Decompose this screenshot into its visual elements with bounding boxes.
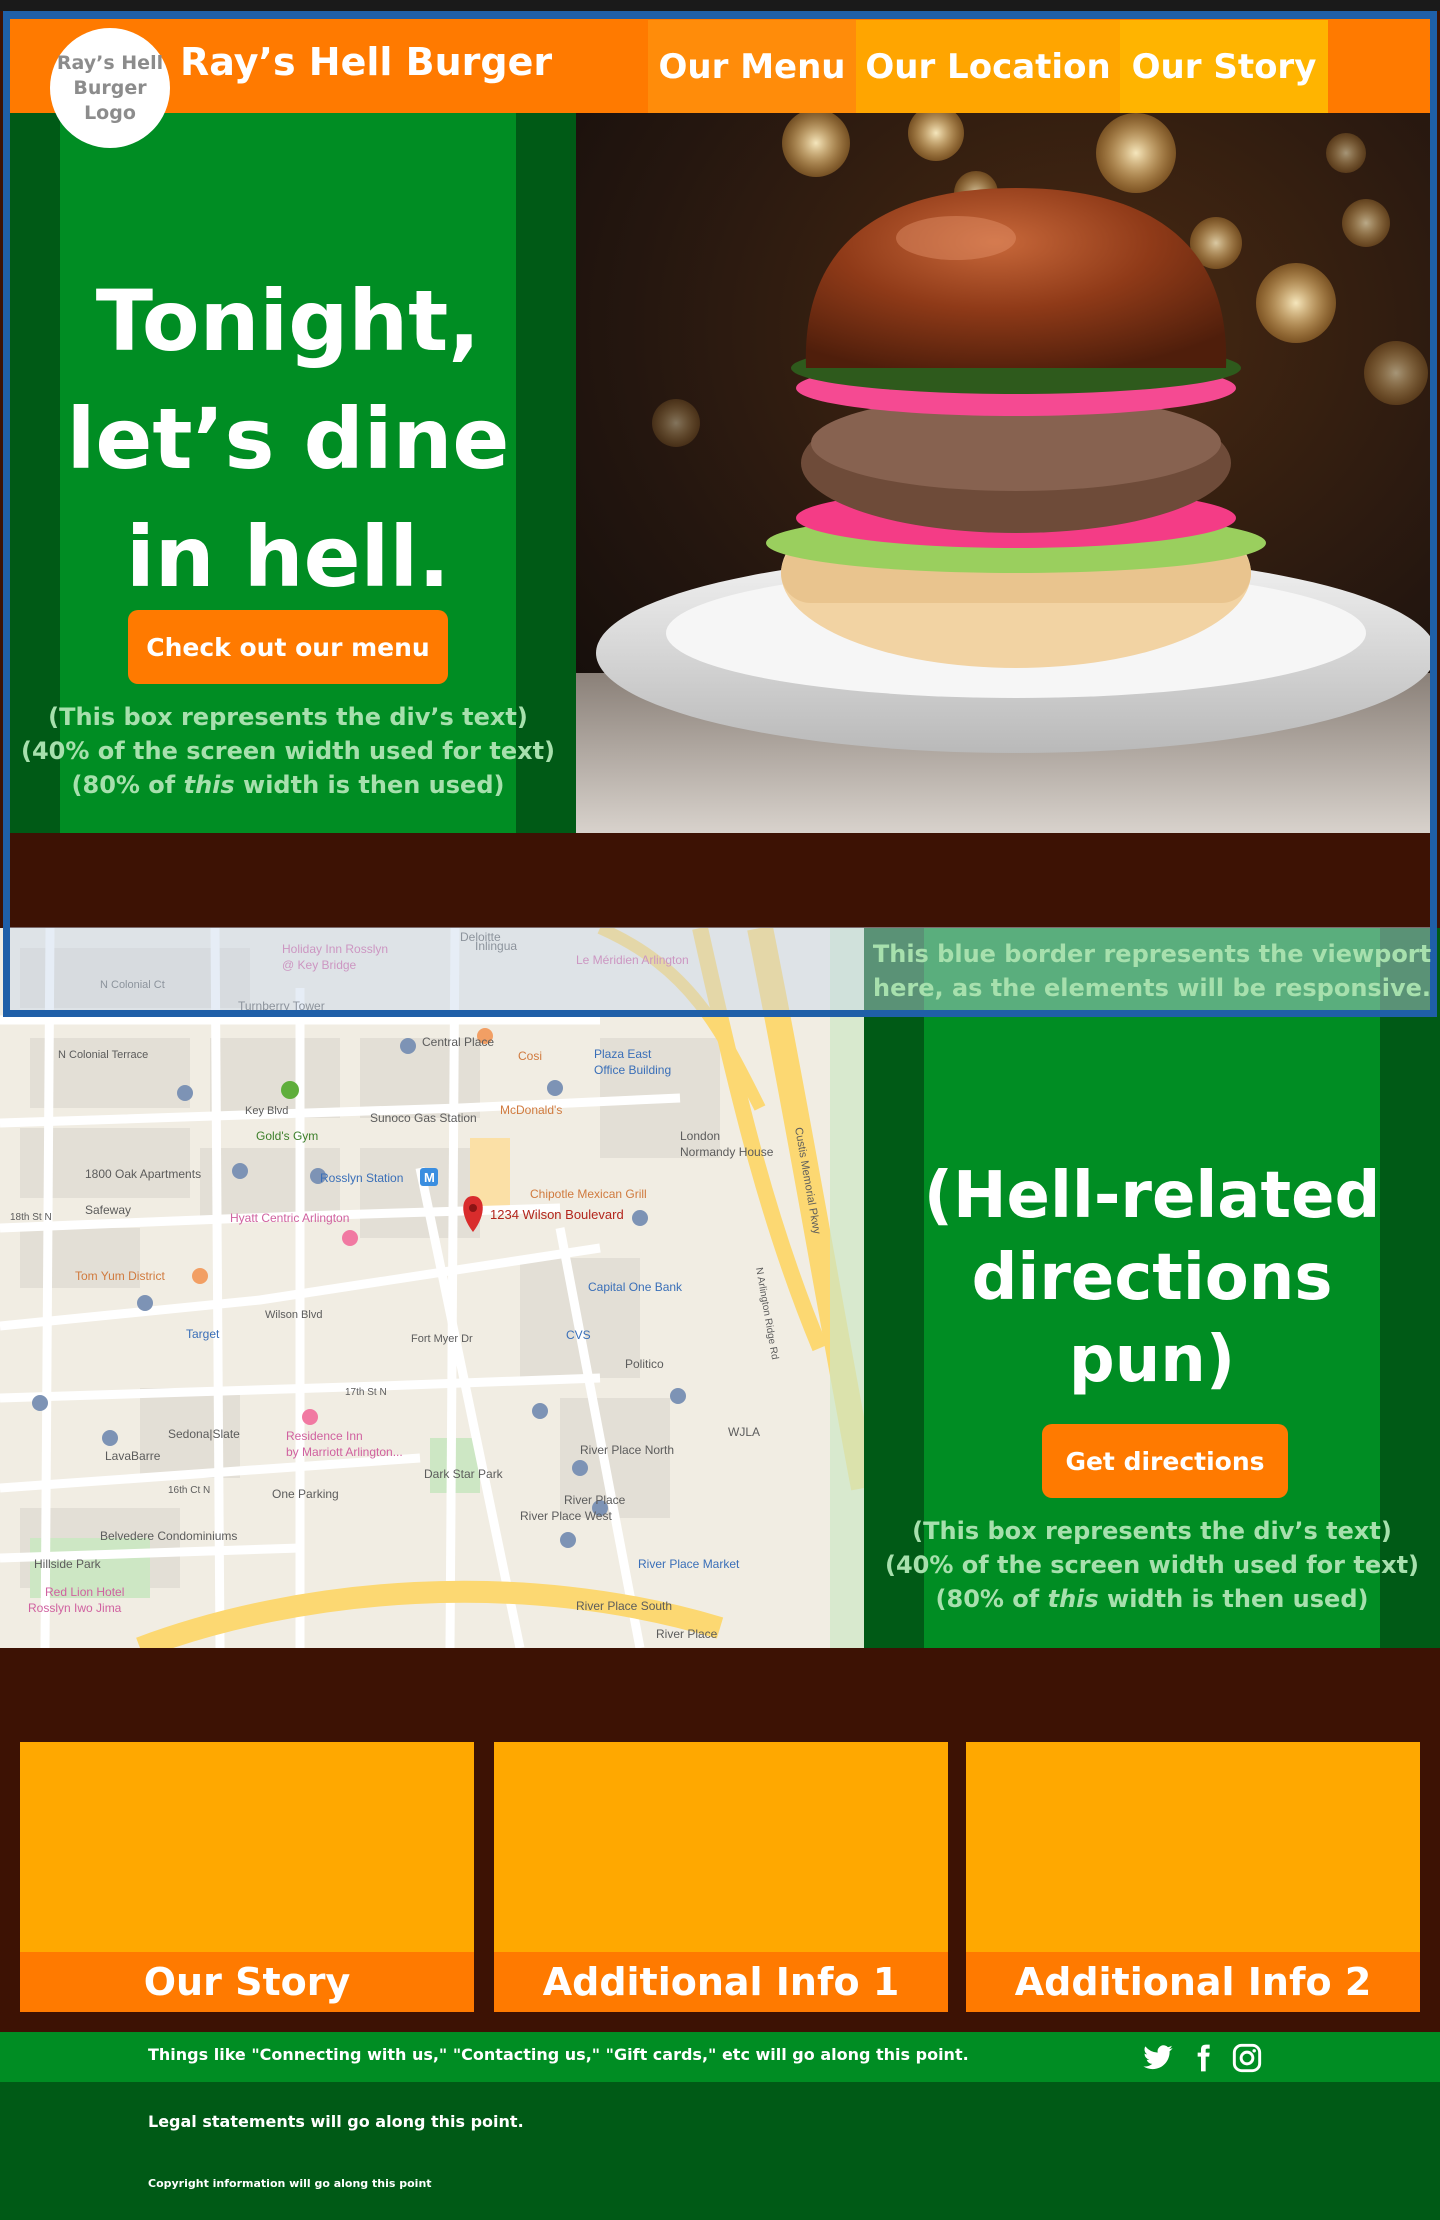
svg-text:Gold's Gym: Gold's Gym bbox=[256, 1129, 318, 1143]
svg-text:River Place South: River Place South bbox=[576, 1599, 672, 1613]
svg-text:Rosslyn Station: Rosslyn Station bbox=[320, 1171, 403, 1185]
svg-text:River Place Market: River Place Market bbox=[638, 1557, 740, 1571]
site-logo[interactable]: Ray’s Hell Burger Logo bbox=[50, 28, 170, 148]
svg-text:by Marriott Arlington...: by Marriott Arlington... bbox=[286, 1445, 403, 1459]
svg-text:Politico: Politico bbox=[625, 1357, 664, 1371]
svg-text:Turnberry Tower: Turnberry Tower bbox=[238, 999, 325, 1013]
nav-item-menu[interactable]: Our Menu bbox=[648, 20, 856, 113]
card-label: Additional Info 1 bbox=[494, 1952, 948, 2012]
svg-text:River Place: River Place bbox=[564, 1493, 626, 1507]
directions-note-line: (This box represents the div’s text) bbox=[912, 1517, 1392, 1545]
hero-note: (This box represents the div’s text) (40… bbox=[20, 700, 556, 802]
svg-text:1800 Oak Apartments: 1800 Oak Apartments bbox=[85, 1167, 201, 1181]
footer-legal-text: Legal statements will go along this poin… bbox=[148, 2112, 524, 2131]
svg-text:Plaza East: Plaza East bbox=[594, 1047, 652, 1061]
footer-legal-area bbox=[0, 2082, 1440, 2220]
svg-text:River Place: River Place bbox=[656, 1627, 718, 1641]
facebook-icon[interactable] bbox=[1187, 2042, 1219, 2074]
hero-note-line: (40% of the screen width used for text) bbox=[20, 737, 556, 765]
directions-note: (This box represents the div’s text) (40… bbox=[864, 1514, 1440, 1616]
svg-text:McDonald's: McDonald's bbox=[500, 1103, 562, 1117]
menu-button[interactable]: Check out our menu bbox=[128, 610, 448, 684]
hero-note-line: (This box represents the div’s text) bbox=[48, 703, 528, 731]
svg-text:Rosslyn Iwo Jima: Rosslyn Iwo Jima bbox=[28, 1601, 122, 1615]
brand-name[interactable]: Ray’s Hell Burger bbox=[180, 40, 552, 84]
svg-text:London: London bbox=[680, 1129, 720, 1143]
svg-text:Key Blvd: Key Blvd bbox=[245, 1105, 288, 1117]
svg-text:Fort Myer Dr: Fort Myer Dr bbox=[411, 1333, 473, 1345]
svg-text:Residence Inn: Residence Inn bbox=[286, 1429, 363, 1443]
footer-connect-text: Things like "Connecting with us," "Conta… bbox=[148, 2045, 969, 2064]
svg-text:Sunoco Gas Station: Sunoco Gas Station bbox=[370, 1111, 477, 1125]
svg-text:N Colonial Ct: N Colonial Ct bbox=[100, 979, 165, 991]
svg-text:Chipotle Mexican Grill: Chipotle Mexican Grill bbox=[530, 1187, 647, 1201]
svg-text:Red Lion Hotel: Red Lion Hotel bbox=[45, 1585, 124, 1599]
svg-text:CVS: CVS bbox=[566, 1328, 591, 1342]
svg-text:LavaBarre: LavaBarre bbox=[105, 1449, 161, 1463]
twitter-icon[interactable] bbox=[1142, 2042, 1174, 2074]
svg-text:Central Place: Central Place bbox=[422, 1035, 494, 1049]
svg-text:Normandy House: Normandy House bbox=[680, 1145, 774, 1159]
svg-text:M: M bbox=[424, 1170, 435, 1185]
svg-text:Belvedere Condominiums: Belvedere Condominiums bbox=[100, 1529, 237, 1543]
hero-headline: Tonight, let’s dine in hell. bbox=[66, 272, 510, 606]
svg-text:Sedona|Slate: Sedona|Slate bbox=[168, 1427, 240, 1441]
nav-item-location[interactable]: Our Location bbox=[856, 20, 1120, 113]
svg-text:Hyatt Centric Arlington: Hyatt Centric Arlington bbox=[230, 1211, 349, 1225]
svg-text:Dark Star Park: Dark Star Park bbox=[424, 1467, 504, 1481]
location-map[interactable]: M 1234 Wilson Boulevard Deloitte Holiday… bbox=[0, 928, 864, 1648]
svg-text:Le Méridien Arlington: Le Méridien Arlington bbox=[576, 953, 689, 967]
get-directions-button[interactable]: Get directions bbox=[1042, 1424, 1288, 1498]
svg-text:Capital One Bank: Capital One Bank bbox=[588, 1280, 683, 1294]
svg-text:WJLA: WJLA bbox=[728, 1425, 760, 1439]
directions-note-line: (80% of this width is then used) bbox=[935, 1585, 1369, 1613]
card-label: Our Story bbox=[20, 1952, 474, 2012]
svg-text:Office Building: Office Building bbox=[594, 1063, 671, 1077]
svg-text:16th Ct N: 16th Ct N bbox=[168, 1485, 210, 1496]
svg-text:One Parking: One Parking bbox=[272, 1487, 339, 1501]
svg-text:Cosi: Cosi bbox=[518, 1049, 542, 1063]
svg-text:Safeway: Safeway bbox=[85, 1203, 131, 1217]
svg-text:18th St N: 18th St N bbox=[10, 1212, 52, 1223]
logo-text: Ray’s Hell Burger Logo bbox=[56, 51, 164, 124]
hero-note-line: (80% of this width is then used) bbox=[71, 771, 505, 799]
card-additional-info-1[interactable]: Additional Info 1 bbox=[494, 1742, 948, 2012]
burger-photo bbox=[576, 113, 1430, 833]
viewport-note: This blue border represents the viewport… bbox=[872, 940, 1432, 1002]
top-edge bbox=[0, 0, 1440, 11]
instagram-icon[interactable] bbox=[1231, 2042, 1263, 2074]
svg-text:17th St N: 17th St N bbox=[345, 1387, 387, 1398]
card-additional-info-2[interactable]: Additional Info 2 bbox=[966, 1742, 1420, 2012]
card-our-story[interactable]: Our Story bbox=[20, 1742, 474, 2012]
footer-copyright-text: Copyright information will go along this… bbox=[148, 2177, 432, 2190]
directions-note-line: (40% of the screen width used for text) bbox=[884, 1551, 1420, 1579]
svg-text:Inlingua: Inlingua bbox=[475, 939, 517, 953]
svg-text:Wilson Blvd: Wilson Blvd bbox=[265, 1309, 322, 1321]
svg-text:Holiday Inn Rosslyn: Holiday Inn Rosslyn bbox=[282, 942, 388, 956]
svg-text:1234 Wilson Boulevard: 1234 Wilson Boulevard bbox=[490, 1207, 624, 1222]
directions-headline: (Hell-related directions pun) bbox=[923, 1159, 1381, 1397]
svg-text:@ Key Bridge: @ Key Bridge bbox=[282, 958, 357, 972]
svg-text:River Place West: River Place West bbox=[520, 1509, 612, 1523]
nav-item-story[interactable]: Our Story bbox=[1120, 20, 1328, 113]
svg-text:River Place North: River Place North bbox=[580, 1443, 674, 1457]
svg-text:N Colonial Terrace: N Colonial Terrace bbox=[58, 1049, 148, 1061]
card-label: Additional Info 2 bbox=[966, 1952, 1420, 2012]
svg-text:Tom Yum District: Tom Yum District bbox=[75, 1269, 165, 1283]
svg-text:Hillside Park: Hillside Park bbox=[34, 1557, 102, 1571]
svg-text:Target: Target bbox=[186, 1327, 220, 1341]
